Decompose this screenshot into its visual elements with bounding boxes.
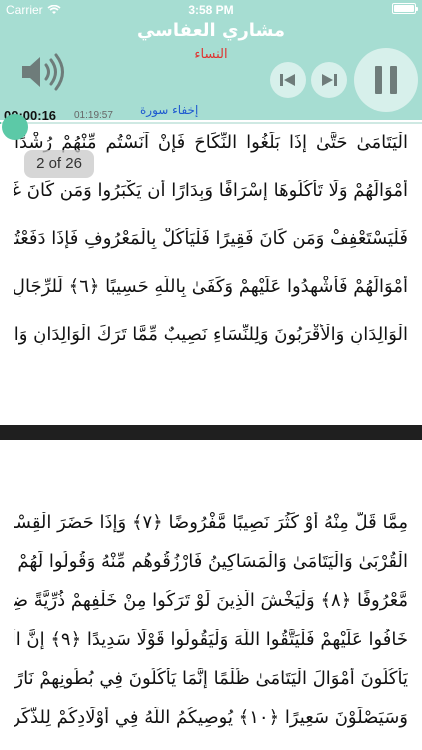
speaker-icon[interactable] (18, 52, 68, 92)
playback-progress-fill (0, 122, 2, 124)
next-icon (322, 74, 337, 86)
verse-line: خَافُوا عَلَيْهِمْ فَلْيَتَّقُوا اللَّهَ… (14, 629, 408, 650)
verse-line: أَمْوَالَهُمْ فَأَشْهِدُوا عَلَيْهِمْ وَ… (14, 276, 408, 297)
verse-line: مِمَّا قَلَّ مِنْهُ أَوْ كَثُرَ نَصِيبًا… (14, 512, 408, 533)
next-button[interactable] (311, 62, 347, 98)
status-bar: Carrier 3:58 PM (0, 0, 422, 20)
battery-icon (392, 3, 418, 14)
reciter-name: مشاري العفاسي (136, 20, 286, 41)
verse-line: وَسَيَصْلَوْنَ سَعِيرًا ﴿١٠﴾ يُوصِيكُمُ … (14, 707, 408, 728)
pause-icon (375, 66, 397, 94)
quran-page[interactable]: مِمَّا قَلَّ مِنْهُ أَوْ كَثُرَ نَصِيبًا… (0, 440, 422, 750)
verse-line: أَمْوَالَهُمْ وَلَا تَأْكُلُوهَا إِسْرَا… (14, 180, 408, 201)
verse-line: الْقُرْبَىٰ وَالْيَتَامَىٰ وَالْمَسَاكِي… (14, 551, 408, 572)
playback-progress-track[interactable] (0, 122, 422, 124)
playback-scrubber-knob[interactable] (2, 114, 28, 140)
pause-button[interactable] (354, 48, 418, 112)
status-time: 3:58 PM (188, 3, 234, 17)
verse-line: يَأْكُلُونَ أَمْوَالَ الْيَتَامَىٰ ظُلْم… (14, 668, 408, 689)
verse-line: الْوَالِدَانِ وَالْأَقْرَبُونَ وَلِلنِّس… (14, 324, 408, 345)
page-indicator: 2 of 26 (24, 150, 94, 178)
page-divider (0, 425, 422, 440)
hide-surah-link[interactable]: إخفاء سورة (140, 103, 198, 117)
verse-line: فَلْيَسْتَعْفِفْ وَمَن كَانَ فَقِيرًا فَ… (14, 228, 408, 249)
total-time: 01:19:57 (74, 110, 113, 121)
verse-line: مَّعْرُوفًا ﴿٨﴾ وَلْيَخْشَ الَّذِينَ لَو… (14, 590, 408, 611)
previous-icon (280, 74, 295, 86)
previous-button[interactable] (270, 62, 306, 98)
